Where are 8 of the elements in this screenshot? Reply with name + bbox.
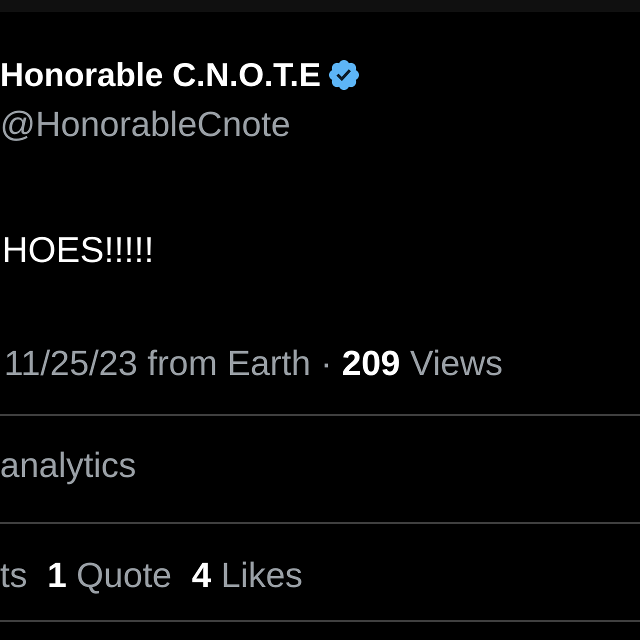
stat-link[interactable]: 4 Likes: [192, 556, 303, 596]
stat-link[interactable]: ts: [0, 556, 28, 596]
author-name: Honorable C.N.O.T.E: [0, 55, 321, 95]
author-handle[interactable]: @HonorableCnote: [0, 105, 290, 145]
stat-link[interactable]: 1 Quote: [47, 556, 172, 596]
post-text: HOES!!!!!: [1, 230, 154, 270]
analytics-link[interactable]: analytics: [0, 446, 136, 486]
post-meta: 11/25/23 from Earth · 209 Views: [3, 344, 503, 384]
